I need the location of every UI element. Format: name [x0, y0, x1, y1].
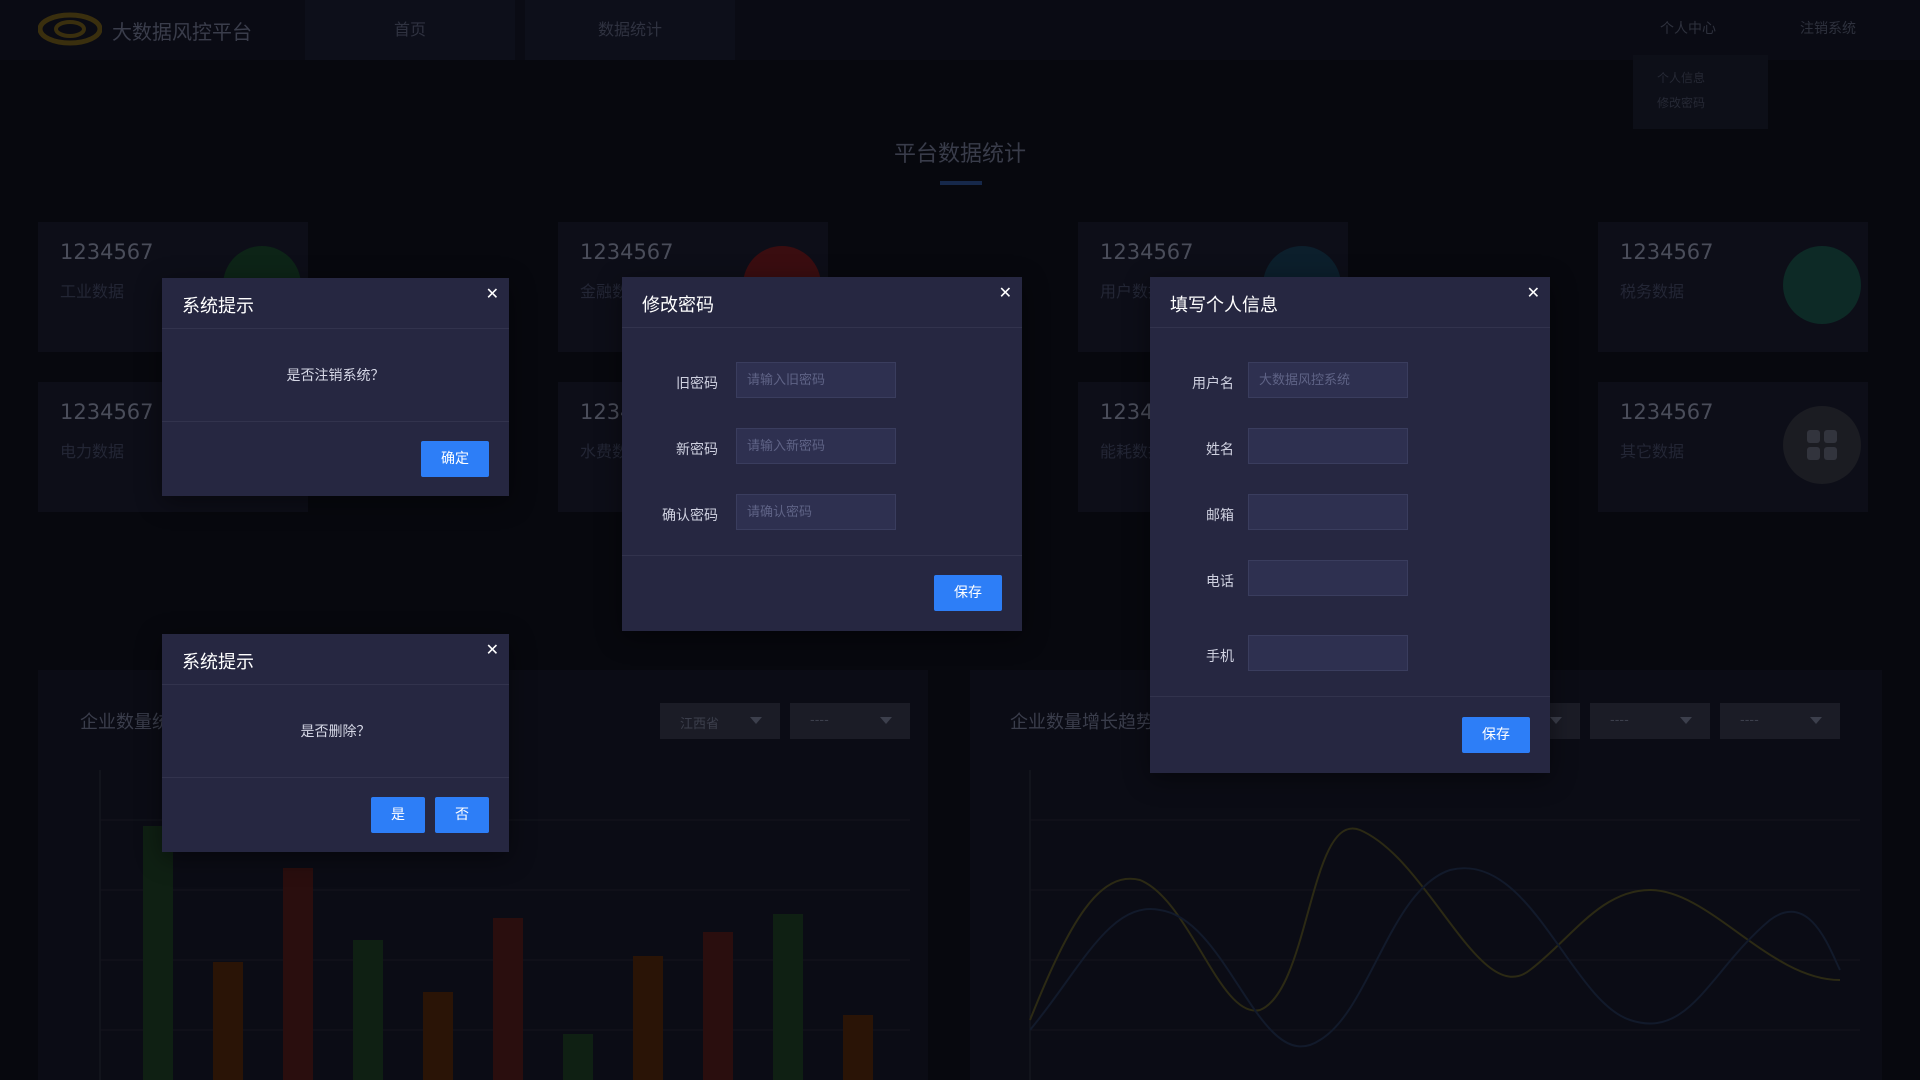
bar: [283, 868, 313, 1080]
dialog-body: 是否删除？: [162, 685, 509, 778]
nav-statistics[interactable]: 数据统计: [525, 0, 735, 60]
dialog-header: 填写个人信息 ✕: [1150, 277, 1550, 328]
bar: [353, 940, 383, 1080]
bar: [703, 932, 733, 1080]
close-icon[interactable]: ✕: [486, 284, 499, 303]
bar: [493, 918, 523, 1080]
chevron-down-icon: [750, 717, 762, 724]
confirm-button[interactable]: 确定: [421, 441, 489, 477]
dialog-title: 系统提示: [182, 652, 254, 673]
nav-home[interactable]: 首页: [305, 0, 515, 60]
filter-select-3[interactable]: ----: [1720, 703, 1840, 739]
new-password-label: 新密码: [676, 442, 718, 458]
email-input[interactable]: [1248, 494, 1408, 530]
new-password-input[interactable]: [736, 428, 896, 464]
bar: [843, 1015, 873, 1080]
bar: [563, 1034, 593, 1080]
dialog-body: 用户名 姓名 邮箱 电话 手机: [1150, 328, 1550, 697]
dialog-body: 是否注销系统？: [162, 329, 509, 422]
confirm-password-input[interactable]: [736, 494, 896, 530]
old-password-input[interactable]: [736, 362, 896, 398]
profile-dialog: 填写个人信息 ✕ 用户名 姓名 邮箱 电话 手机 保存: [1150, 277, 1550, 773]
top-bar: 大数据风控平台 首页 数据统计 个人中心 注销系统: [0, 0, 1920, 60]
bar: [423, 992, 453, 1080]
confirm-password-label: 确认密码: [662, 508, 718, 524]
telephone-label: 电话: [1206, 574, 1234, 590]
dialog-message: 是否注销系统？: [286, 368, 385, 384]
username-input[interactable]: [1248, 362, 1408, 398]
no-button[interactable]: 否: [435, 797, 489, 833]
close-icon[interactable]: ✕: [1527, 283, 1540, 302]
save-button[interactable]: 保存: [934, 575, 1002, 611]
logo-icon: [38, 12, 102, 46]
chevron-down-icon: [880, 717, 892, 724]
bar: [143, 826, 173, 1080]
filter-select-2[interactable]: ----: [1590, 703, 1710, 739]
grid-icon: [1783, 406, 1861, 484]
bar: [633, 956, 663, 1080]
chevron-down-icon: [1550, 717, 1562, 724]
change-password-dialog: 修改密码 ✕ 旧密码 新密码 确认密码 保存: [622, 277, 1022, 631]
user-center-link[interactable]: 个人中心: [1660, 18, 1716, 38]
dialog-header: 系统提示 ✕: [162, 634, 509, 685]
mobile-label: 手机: [1206, 649, 1234, 665]
name-input[interactable]: [1248, 428, 1408, 464]
save-button[interactable]: 保存: [1462, 717, 1530, 753]
mobile-input[interactable]: [1248, 635, 1408, 671]
line-chart: [1029, 770, 1860, 1080]
email-label: 邮箱: [1206, 508, 1234, 524]
old-password-label: 旧密码: [676, 376, 718, 392]
delete-dialog: 系统提示 ✕ 是否删除？ 是 否: [162, 634, 509, 852]
dialog-title: 修改密码: [642, 295, 714, 316]
user-dropdown: 个人信息 修改密码: [1633, 55, 1768, 129]
stat-card: 1234567 税务数据: [1598, 222, 1868, 352]
chevron-down-icon: [1810, 717, 1822, 724]
dialog-header: 修改密码 ✕: [622, 277, 1022, 328]
province-select[interactable]: 江西省: [660, 703, 780, 739]
logout-dialog: 系统提示 ✕ 是否注销系统？ 确定: [162, 278, 509, 496]
bar: [773, 914, 803, 1080]
dialog-message: 是否删除？: [300, 724, 371, 740]
yes-button[interactable]: 是: [371, 797, 425, 833]
close-icon[interactable]: ✕: [999, 283, 1012, 302]
title-underline: [940, 181, 982, 185]
name-label: 姓名: [1206, 442, 1234, 458]
close-icon[interactable]: ✕: [486, 640, 499, 659]
section-title: 平台数据统计: [893, 142, 1026, 167]
bar: [213, 962, 243, 1080]
stat-card: 1234567 其它数据: [1598, 382, 1868, 512]
dropdown-item-password[interactable]: 修改密码: [1633, 86, 1768, 111]
dialog-header: 系统提示 ✕: [162, 278, 509, 329]
dialog-body: 旧密码 新密码 确认密码: [622, 328, 1022, 556]
coins-icon: [1783, 246, 1861, 324]
city-select[interactable]: ----: [790, 703, 910, 739]
chevron-down-icon: [1680, 717, 1692, 724]
username-label: 用户名: [1192, 376, 1234, 392]
logout-link[interactable]: 注销系统: [1800, 18, 1856, 38]
dropdown-item-profile[interactable]: 个人信息: [1633, 55, 1768, 86]
dialog-title: 填写个人信息: [1170, 295, 1278, 316]
brand-name: 大数据风控平台: [112, 20, 252, 44]
chart-title-right: 企业数量增长趋势: [1010, 712, 1154, 733]
dialog-title: 系统提示: [182, 296, 254, 317]
telephone-input[interactable]: [1248, 560, 1408, 596]
